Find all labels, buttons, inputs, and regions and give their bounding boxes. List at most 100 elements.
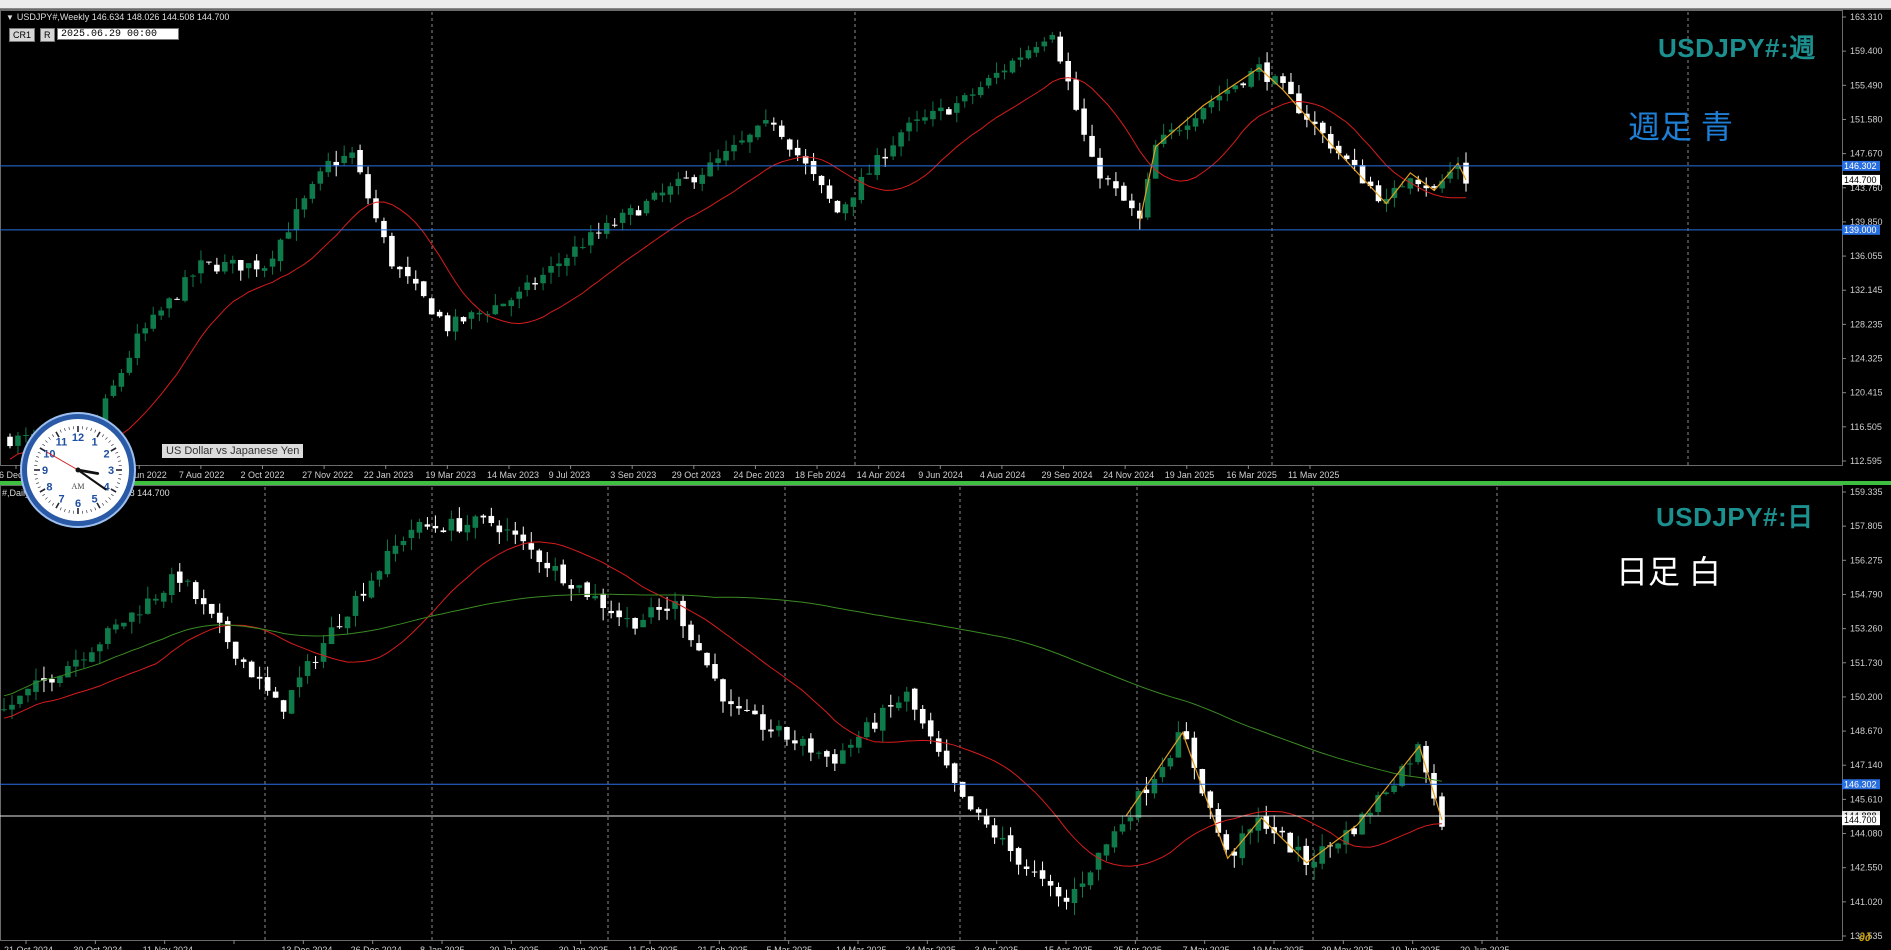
candle-body [142, 328, 148, 333]
candle-body [313, 662, 319, 663]
clock-numeral: 7 [58, 494, 64, 506]
candle-body [680, 601, 686, 626]
candle-body [532, 283, 538, 285]
candle-body [345, 617, 351, 629]
clock-tick [45, 497, 47, 499]
candle-body [528, 543, 534, 549]
candle-body [1201, 108, 1207, 119]
clock-tick [111, 489, 116, 492]
clock-tick [115, 452, 118, 453]
candle-body [1391, 786, 1397, 792]
candle-body [787, 139, 793, 149]
candle-body [946, 109, 952, 114]
candle-body [992, 825, 998, 837]
candle-body [1407, 763, 1413, 764]
y-tick-label: 128.235 [1850, 319, 1883, 329]
candle-body [257, 677, 263, 679]
y-tick-label: 151.730 [1850, 658, 1883, 668]
candle-body [938, 108, 944, 111]
candle-body [289, 690, 295, 714]
candle-body [904, 692, 910, 702]
clock-tick [38, 452, 41, 453]
candle-body [795, 148, 801, 155]
candle-body [111, 386, 117, 396]
candle-body [481, 516, 487, 518]
candle-body [763, 120, 769, 124]
clock-tick [42, 494, 44, 496]
candle-body [449, 519, 455, 531]
clock-tick [117, 483, 120, 484]
clock-tick [108, 441, 110, 443]
candle-body [691, 177, 697, 182]
dropdown-triangle-icon[interactable]: ▼ [6, 13, 14, 22]
candle-body [105, 628, 111, 644]
clock-face-icon: 123456789101112AM [27, 419, 129, 521]
candle-body [1088, 872, 1094, 885]
candle-body [278, 240, 284, 261]
candle-body [880, 708, 886, 731]
candle-body [1026, 50, 1032, 58]
clock-tick [69, 510, 70, 513]
candle-body [572, 247, 578, 257]
candle-body [644, 201, 650, 213]
candle-body [616, 611, 622, 618]
candle-body [652, 193, 658, 200]
candle-body [129, 613, 135, 622]
candle-body [768, 730, 774, 732]
candle-body [1319, 846, 1325, 864]
daily-chart-panel[interactable]: 21 Oct 202430 Oct 202411 Nov 202413 Dec … [0, 481, 1891, 950]
candle-body [824, 751, 830, 757]
candle-body [704, 653, 710, 665]
candle-body [912, 689, 918, 710]
candle-body [856, 737, 862, 748]
candle-body [624, 618, 630, 619]
candle-body [501, 304, 507, 307]
candle-body [433, 526, 439, 528]
y-tick-label: 150.200 [1850, 692, 1883, 702]
candle-body [1040, 870, 1046, 879]
x-tick-label: 22 Jan 2023 [364, 470, 414, 478]
candle-body [353, 596, 359, 616]
candle-body [604, 223, 610, 234]
x-tick-label: 24 Dec 2023 [733, 470, 784, 478]
candle-body [333, 162, 339, 165]
weekly-chart-canvas[interactable]: 26 Dec 202117 Apr 202212 Jun 20227 Aug 2… [0, 10, 1891, 478]
daily-chart-canvas[interactable]: 21 Oct 202430 Oct 202411 Nov 202413 Dec … [0, 485, 1891, 950]
clock-tick [69, 427, 70, 430]
y-tick-label: 132.145 [1850, 285, 1883, 295]
clock-numeral: 3 [108, 465, 114, 477]
candle-body [302, 198, 308, 209]
clock-tick [102, 434, 104, 436]
x-tick-label: 16 Mar 2025 [1226, 470, 1277, 478]
candle-body [728, 701, 734, 704]
weekly-chart-panel[interactable]: 26 Dec 202117 Apr 202212 Jun 20227 Aug 2… [0, 9, 1891, 478]
window-top-strip [0, 0, 1891, 9]
x-tick-label: 18 Feb 2024 [795, 470, 846, 478]
candle-body [9, 705, 15, 710]
y-tick-label: 163.310 [1850, 12, 1883, 22]
candle-body [1105, 178, 1111, 179]
plot-border [1, 11, 1843, 466]
clock-tick [35, 461, 38, 462]
candle-body [161, 593, 167, 602]
candle-body [89, 652, 95, 662]
candle-body [377, 571, 383, 579]
candle-body [385, 551, 391, 574]
date-input[interactable]: 2025.06.29 00:00 [57, 28, 179, 40]
x-tick-label: 24 Nov 2024 [1103, 470, 1154, 478]
cr1-button[interactable]: CR1 [9, 28, 35, 42]
x-tick-label: 4 Aug 2024 [980, 470, 1026, 478]
candle-body [1120, 824, 1126, 831]
candle-body [182, 277, 188, 301]
candle-body [544, 563, 550, 568]
x-tick-label: 9 Jun 2024 [918, 470, 963, 478]
candle-body [962, 95, 968, 101]
candle-body [127, 358, 133, 373]
candle-body [249, 662, 255, 678]
x-tick-label: 7 Aug 2022 [179, 470, 225, 478]
x-tick-label: 27 Nov 2022 [302, 470, 353, 478]
y-tick-label: 112.595 [1850, 456, 1882, 466]
clock-tick [87, 510, 88, 513]
candle-body [596, 233, 602, 234]
r-button[interactable]: R [40, 28, 55, 42]
